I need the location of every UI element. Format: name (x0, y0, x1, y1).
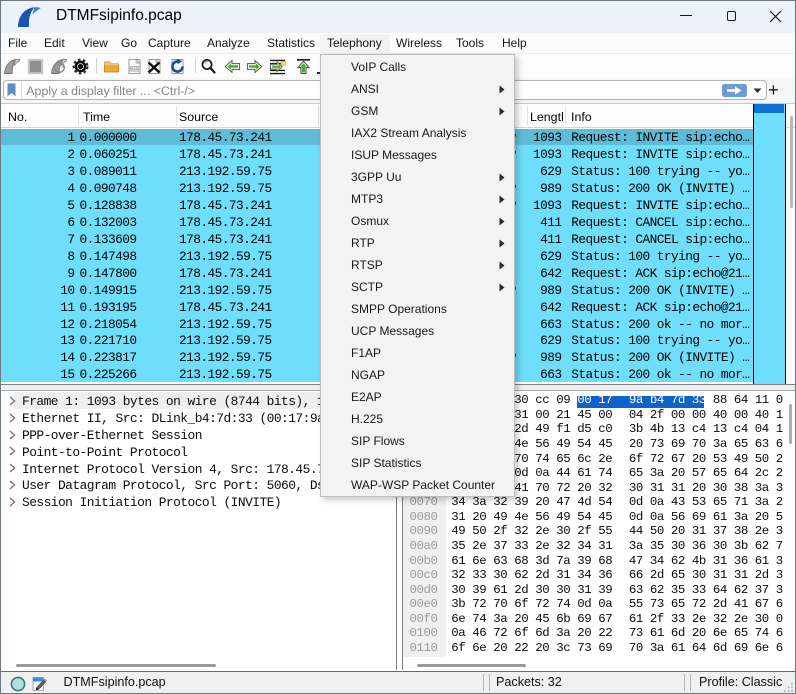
svg-text:010: 010 (131, 67, 138, 71)
